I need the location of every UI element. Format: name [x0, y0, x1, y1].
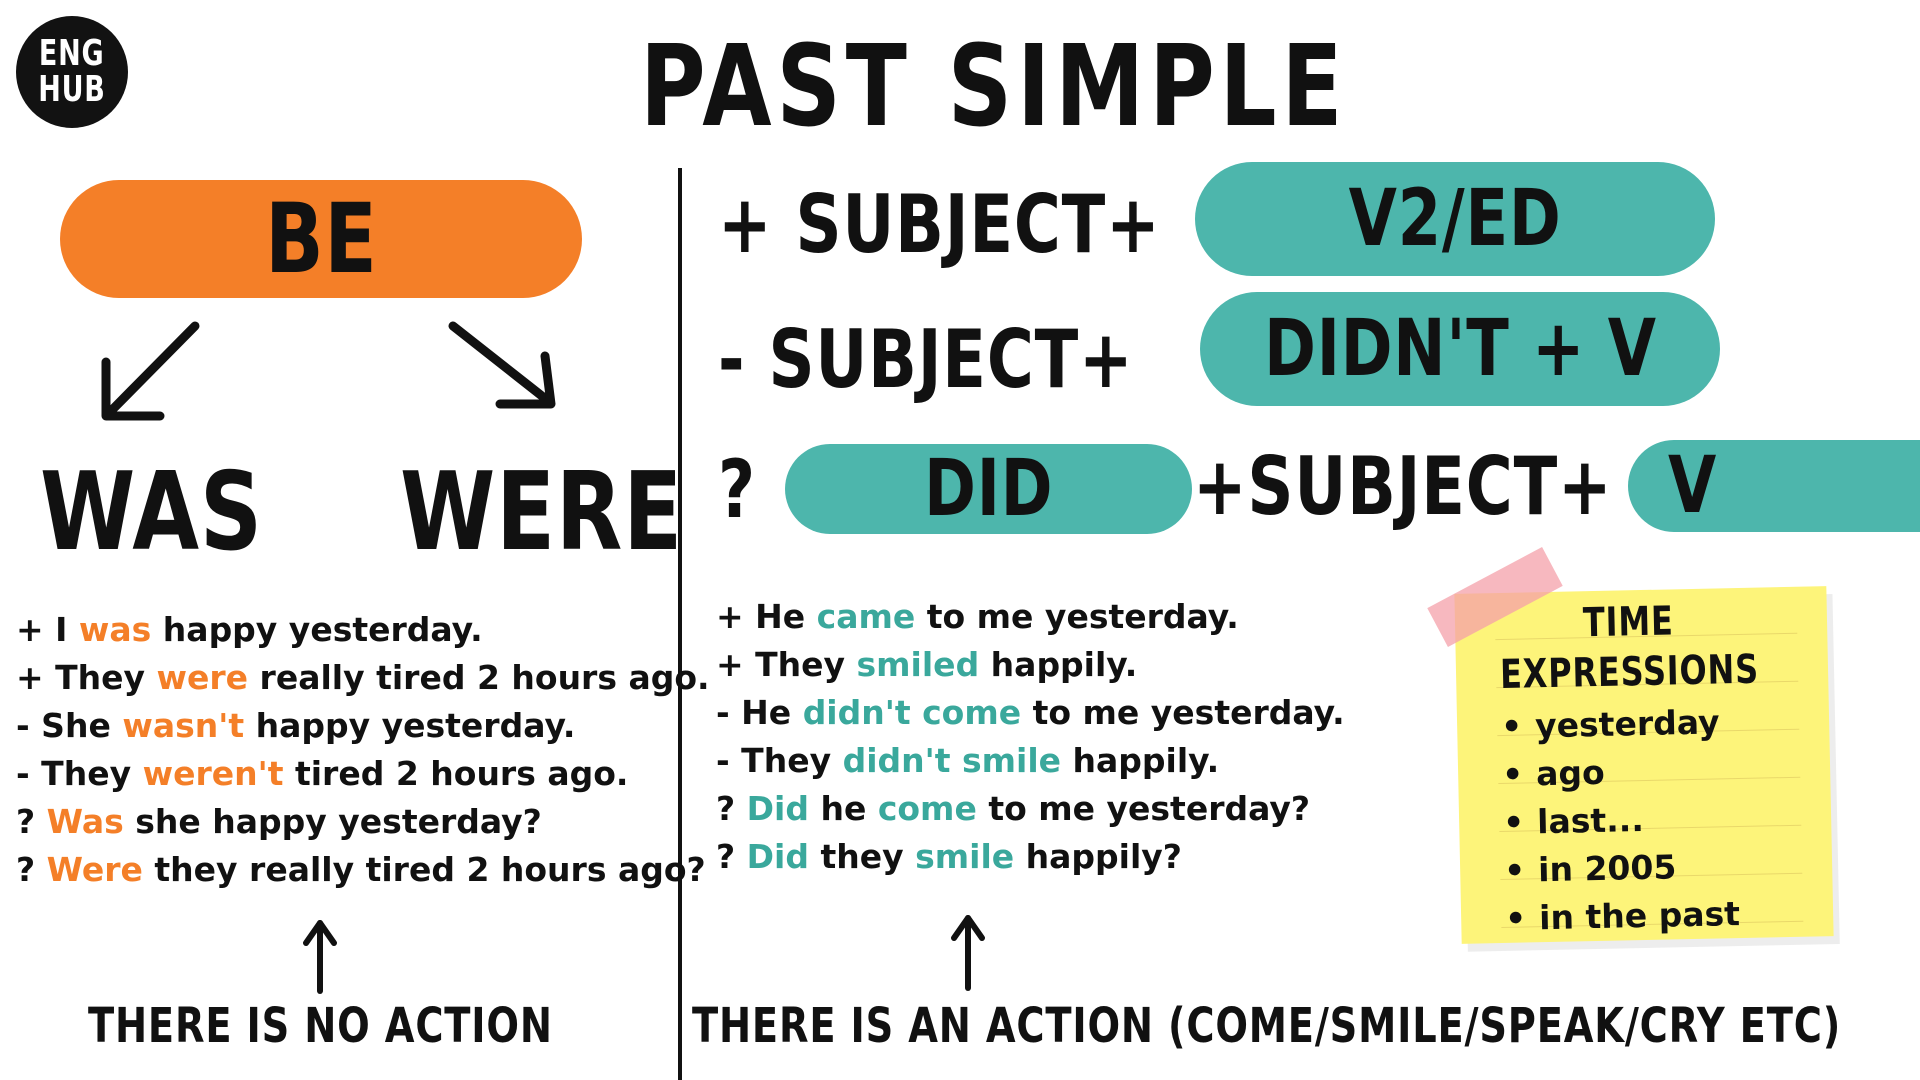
action-example: - He didn't come to me yesterday. — [716, 693, 1345, 732]
arrow-down-right-icon — [448, 321, 556, 409]
arrow-up-icon — [303, 920, 337, 994]
time-expressions-title-2: EXPRESSIONS — [1499, 646, 1760, 698]
negative-formula-prefix: - SUBJECT+ — [718, 313, 1134, 406]
didnt-v-label: DIDN'T + V — [1263, 304, 1657, 394]
enghub-logo: ENG HUB — [16, 16, 128, 128]
v2-ed-label: V2/ED — [1348, 174, 1562, 264]
logo-line-1: ENG — [39, 33, 105, 74]
list-item: • yesterday — [1500, 702, 1720, 746]
action-example: + They smiled happily. — [716, 645, 1138, 684]
form-was: WAS — [40, 450, 263, 575]
be-example: - They weren't tired 2 hours ago. — [16, 754, 629, 793]
list-item: • last... — [1502, 800, 1645, 842]
list-item: • in the past — [1504, 894, 1741, 938]
time-expressions-title-1: TIME — [1582, 598, 1675, 647]
action-examples-list: + He came to me yesterday. + They smiled… — [716, 593, 1345, 881]
form-were: WERE — [400, 450, 684, 575]
action-example: + He came to me yesterday. — [716, 597, 1239, 636]
be-example: + I was happy yesterday. — [16, 610, 483, 649]
action-example: - They didn't smile happily. — [716, 741, 1220, 780]
positive-formula-prefix: + SUBJECT+ — [718, 178, 1161, 271]
be-examples-list: + I was happy yesterday. + They were rea… — [16, 606, 710, 894]
time-expressions-note: TIME EXPRESSIONS • yesterday • ago • last..… — [1454, 586, 1834, 944]
list-item: • in 2005 — [1503, 847, 1677, 890]
question-formula-middle: +SUBJECT+ — [1193, 440, 1613, 533]
be-example: + They were really tired 2 hours ago. — [16, 658, 710, 697]
logo-line-2: HUB — [38, 69, 106, 110]
v-label: V — [1668, 441, 1718, 531]
time-expressions-list: • yesterday • ago • last... • in 2005 • in th… — [1501, 698, 1741, 943]
no-action-caption: THERE IS NO ACTION — [88, 998, 553, 1054]
list-item: • ago — [1501, 752, 1606, 794]
be-example: ? Were they really tired 2 hours ago? — [16, 850, 706, 889]
be-verb-label: BE — [264, 183, 378, 295]
v2-ed-pill: V2/ED — [1195, 162, 1715, 276]
action-example: ? Did they smile happily? — [716, 837, 1182, 876]
arrow-up-icon — [951, 915, 985, 991]
didnt-v-pill: DIDN'T + V — [1200, 292, 1720, 406]
action-example: ? Did he come to me yesterday? — [716, 789, 1311, 828]
page-title: PAST SIMPLE — [640, 22, 1348, 152]
did-pill: DID — [785, 444, 1192, 534]
be-example: - She wasn't happy yesterday. — [16, 706, 576, 745]
question-formula-prefix: ? — [718, 443, 756, 536]
be-verb-pill: BE — [60, 180, 582, 298]
arrow-down-left-icon — [101, 321, 200, 421]
v-pill: V — [1628, 440, 1920, 532]
did-label: DID — [923, 444, 1054, 534]
be-example: ? Was she happy yesterday? — [16, 802, 542, 841]
action-caption: THERE IS AN ACTION (COME/SMILE/SPEAK/CRY… — [692, 998, 1842, 1054]
